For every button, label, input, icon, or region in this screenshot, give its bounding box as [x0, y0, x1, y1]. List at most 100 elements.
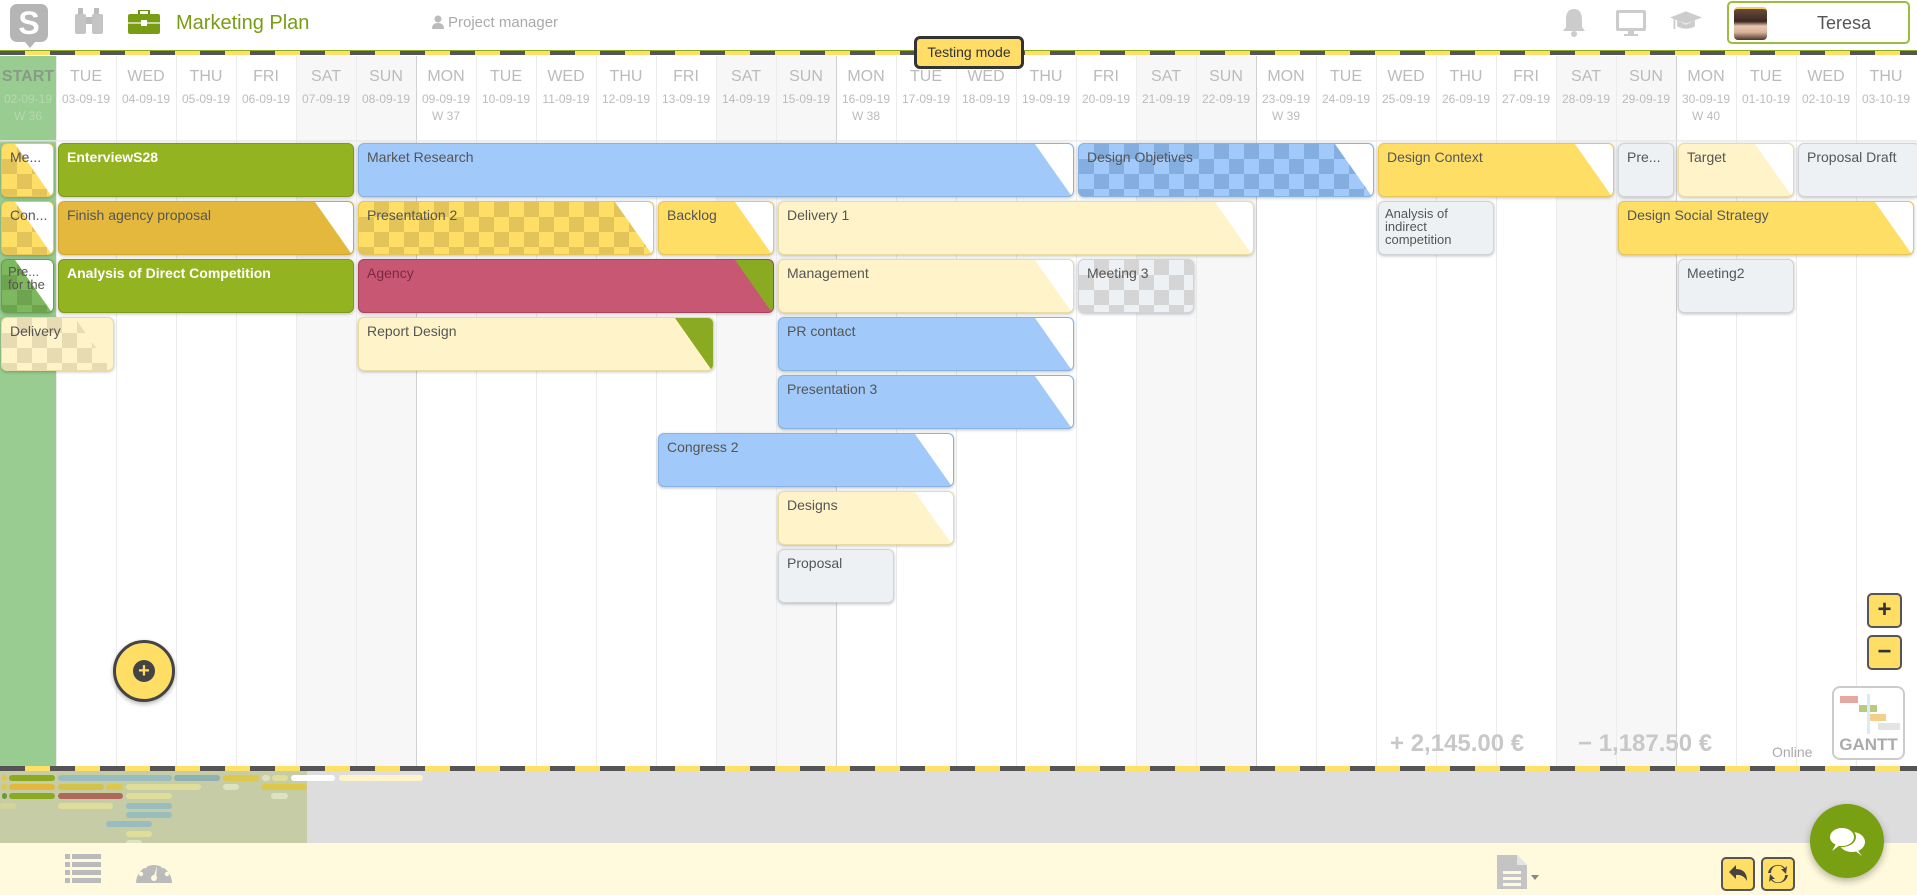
day-header: WED 25-09-19 [1376, 56, 1436, 140]
status-corner [735, 202, 773, 254]
refresh-icon [1768, 864, 1788, 884]
minimap-bar [272, 775, 288, 781]
task-bar[interactable]: Design Social Strategy [1618, 201, 1914, 255]
day-header: THU 05-09-19 [176, 56, 236, 140]
task-bar[interactable]: Meeting2 [1678, 259, 1794, 313]
task-bar[interactable]: Delivery 1 [778, 201, 1254, 255]
minimap-bar [262, 775, 270, 781]
user-icon [432, 15, 444, 29]
task-bar[interactable]: Pre... for the [1, 259, 54, 313]
task-bar[interactable]: Backlog [658, 201, 774, 255]
task-bar[interactable]: Pre... [1618, 143, 1674, 197]
zoom-out-button[interactable]: − [1867, 635, 1902, 670]
day-header: WED 11-09-19 [536, 56, 596, 140]
task-bar[interactable]: Market Research [358, 143, 1074, 197]
graduation-cap-icon[interactable] [1670, 6, 1702, 38]
user-menu[interactable]: Teresa [1727, 1, 1910, 44]
task-bar[interactable]: PR contact [778, 317, 1074, 371]
minimap[interactable] [0, 771, 1917, 846]
undo-button[interactable] [1721, 857, 1755, 891]
task-label: Proposal Draft [1807, 149, 1897, 165]
refresh-button[interactable] [1761, 857, 1795, 891]
chat-button[interactable] [1810, 804, 1884, 878]
task-bar[interactable]: Finish agency proposal [58, 201, 354, 255]
day-date: 01-10-19 [1741, 92, 1791, 106]
task-label: Delivery 1 [787, 207, 850, 223]
task-bar[interactable]: Target [1678, 143, 1794, 197]
day-name: SAT [1151, 68, 1181, 85]
day-date: 09-09-19 [421, 92, 471, 106]
user-name: Teresa [1816, 13, 1872, 33]
task-bar[interactable]: Presentation 3 [778, 375, 1074, 429]
day-date: 24-09-19 [1321, 92, 1371, 106]
minimap-bar [126, 812, 172, 818]
day-date: 18-09-19 [961, 92, 1011, 106]
start-date: 02-09-19 [3, 92, 53, 106]
monitor-icon[interactable] [1615, 6, 1647, 38]
add-task-button[interactable]: + [113, 640, 175, 702]
binoculars-icon[interactable] [74, 8, 104, 34]
status-corner [675, 318, 713, 370]
task-bar[interactable]: Delivery [1, 317, 114, 371]
minimap-bar [2, 775, 7, 781]
status-corner [735, 260, 773, 312]
day-name: MON [847, 68, 885, 85]
task-bar[interactable]: Presentation 2 [358, 201, 654, 255]
task-bar[interactable]: Con... [1, 201, 54, 255]
task-bar[interactable]: Analysis of indirect competition [1378, 201, 1494, 255]
task-bar[interactable]: Meeting 3 [1078, 259, 1194, 313]
status-corner [1035, 376, 1073, 428]
minimap-bar [291, 775, 335, 781]
gantt-view-button[interactable]: GANTT [1832, 686, 1905, 760]
logo-icon[interactable]: S [10, 4, 48, 48]
day-header: TUE 10-09-19 [476, 56, 536, 140]
task-bar[interactable]: Report Design [358, 317, 714, 371]
day-header: SUN 08-09-19 [356, 56, 416, 140]
footer-bar [0, 843, 1917, 895]
task-bar[interactable]: Design Objetives [1078, 143, 1374, 197]
day-header: THU 12-09-19 [596, 56, 656, 140]
document-icon[interactable] [1497, 855, 1539, 889]
online-status: Online [1772, 744, 1813, 760]
gantt-timeline: START 02-09-19 W 36 TUE 03-09-19 WED 04-09-… [0, 56, 1917, 766]
day-name: MON [1267, 68, 1305, 85]
task-bar[interactable]: Management [778, 259, 1074, 313]
task-bar[interactable]: Designs [778, 491, 954, 545]
minimap-bar [126, 784, 201, 790]
day-header: SUN 15-09-19 [776, 56, 836, 140]
task-bar[interactable]: Me... [1, 143, 54, 197]
day-name: SAT [731, 68, 761, 85]
day-date: 17-09-19 [901, 92, 951, 106]
day-week: W 39 [1271, 109, 1300, 123]
zoom-in-button[interactable]: + [1867, 593, 1902, 628]
bell-icon[interactable] [1558, 6, 1590, 38]
dashboard-icon[interactable] [136, 855, 172, 883]
day-name: WED [1807, 68, 1845, 85]
day-date: 25-09-19 [1381, 92, 1431, 106]
day-name: THU [1029, 68, 1063, 85]
task-bar[interactable]: Proposal Draft [1798, 143, 1917, 197]
task-bar[interactable]: EnterviewS28 [58, 143, 354, 197]
briefcase-icon[interactable] [128, 10, 160, 34]
task-bar[interactable]: Congress 2 [658, 433, 954, 487]
day-name: SUN [789, 68, 823, 85]
task-bar[interactable]: Design Context [1378, 143, 1614, 197]
task-bar[interactable]: Agency [358, 259, 774, 313]
list-icon[interactable] [65, 853, 101, 883]
expense-total: − 1,187.50 € [1578, 730, 1712, 758]
day-header: TUE 01-10-19 [1736, 56, 1796, 140]
day-date: 28-09-19 [1561, 92, 1611, 106]
day-header: MON 09-09-19 W 37 [416, 56, 476, 140]
minimap-bar [174, 775, 220, 781]
day-date: 03-09-19 [61, 92, 111, 106]
task-bar[interactable]: Proposal [778, 549, 894, 603]
income-total: + 2,145.00 € [1390, 730, 1524, 758]
project-title[interactable]: Marketing Plan [176, 12, 309, 35]
testing-mode-badge: Testing mode [914, 36, 1024, 69]
day-name: SAT [1571, 68, 1601, 85]
status-corner [915, 434, 953, 486]
day-date: 08-09-19 [361, 92, 411, 106]
day-date: 11-09-19 [542, 92, 590, 106]
status-corner [1575, 144, 1613, 196]
task-bar[interactable]: Analysis of Direct Competition [58, 259, 354, 313]
